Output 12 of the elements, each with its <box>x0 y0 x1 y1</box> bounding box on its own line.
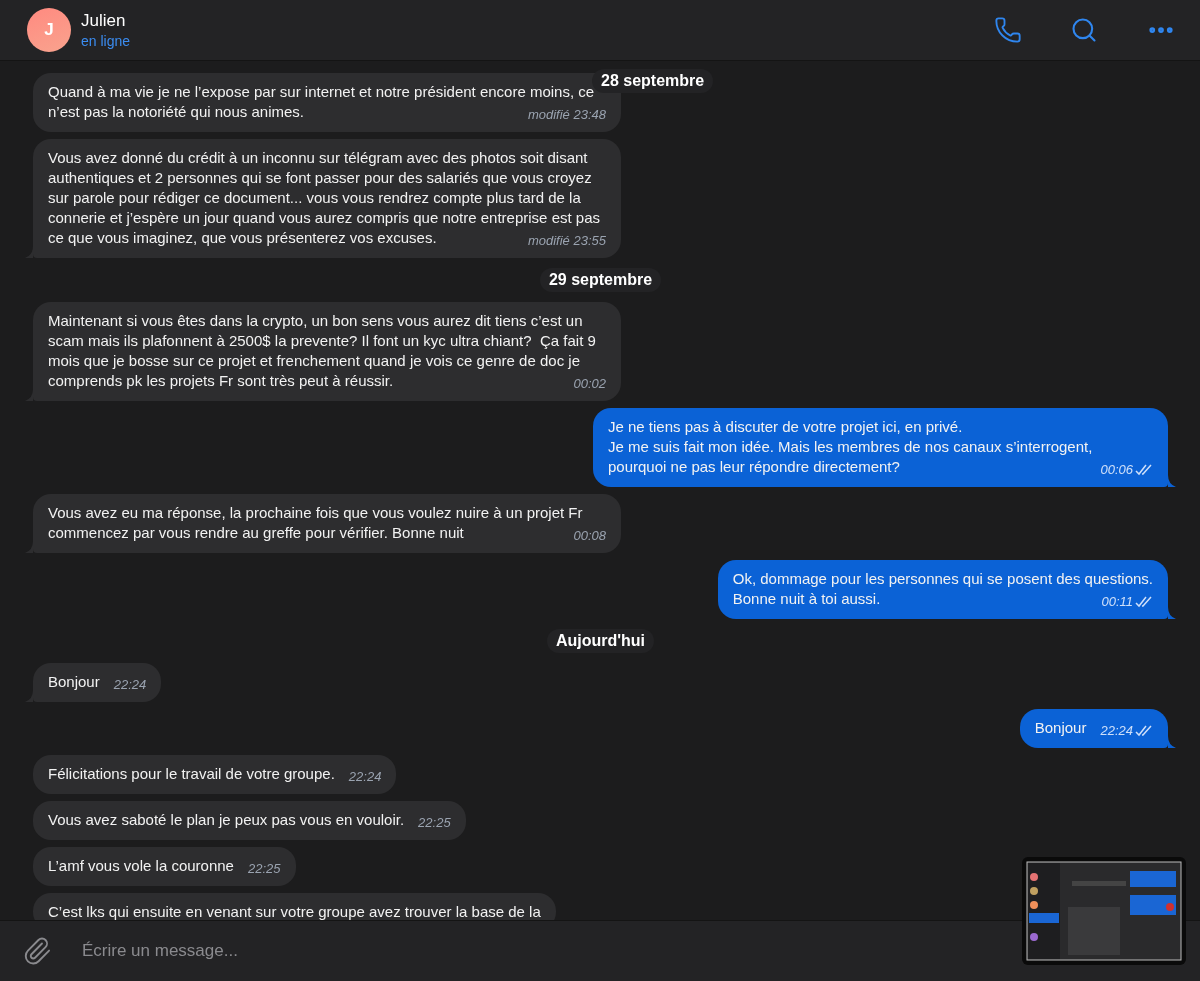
attach-icon[interactable] <box>22 936 52 966</box>
received-message-bubble: Vous avez saboté le plan je peux pas vous en vouloir. 22:25 <box>33 801 466 840</box>
received-message-bubble: Félicitations pour le travail de votre groupe. 22:24 <box>33 755 397 794</box>
date-separator: 29 septembre <box>539 268 662 292</box>
received-message-bubble: L’amf vous vole la couronne 22:25 <box>33 847 296 886</box>
message-input[interactable]: Écrire un message... <box>80 940 884 962</box>
contact-name: Julien <box>81 11 127 31</box>
date-separator: Aujourd'hui <box>546 629 655 653</box>
avatar: J <box>27 8 71 52</box>
search-icon[interactable] <box>1070 16 1098 44</box>
phone-icon[interactable] <box>994 16 1022 44</box>
contact-status: en ligne <box>81 33 132 49</box>
